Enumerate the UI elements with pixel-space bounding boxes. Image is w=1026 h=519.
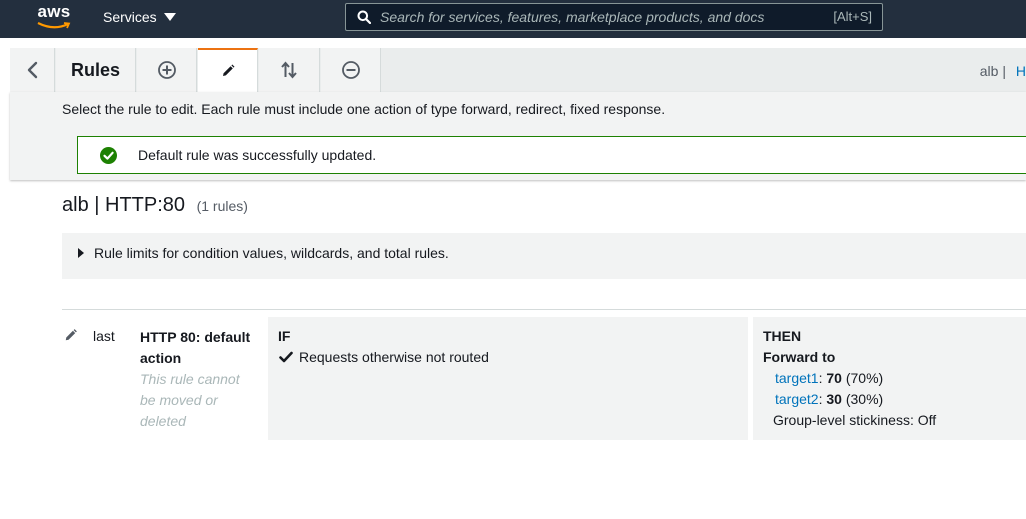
rule-priority: last	[93, 328, 115, 344]
breadcrumb-separator: |	[1002, 63, 1006, 79]
group-stickiness: Group-level stickiness: Off	[773, 412, 937, 428]
rule-note: This rule cannot be moved or deleted	[140, 371, 240, 429]
target-group-item: target2: 30 (30%)	[775, 391, 883, 407]
target-percent: (30%)	[845, 391, 884, 407]
rule-limits-expander[interactable]: Rule limits for condition values, wildca…	[62, 233, 1026, 279]
delete-rules-button[interactable]	[321, 48, 381, 92]
condition-text: Requests otherwise not routed	[299, 349, 489, 365]
listener-title: alb | HTTP:80	[62, 194, 186, 216]
rules-toolbar: Rules alb | H	[10, 48, 1026, 92]
target-separator: :	[818, 391, 823, 407]
checkmark-icon	[279, 351, 293, 363]
listener-heading: alb | HTTP:80 (1 rules)	[62, 194, 248, 217]
listener-breadcrumb: alb | H	[980, 63, 1026, 79]
target-weight: 70	[826, 370, 842, 386]
search-bar[interactable]: [Alt+S]	[345, 3, 883, 31]
services-menu-button[interactable]: Services	[103, 9, 176, 25]
back-button[interactable]	[10, 48, 55, 92]
rule-limits-label: Rule limits for condition values, wildca…	[94, 245, 449, 261]
rule-condition: Requests otherwise not routed	[279, 349, 489, 365]
rule-count: (1 rules)	[196, 198, 248, 214]
page-title: Rules	[56, 48, 136, 92]
breadcrumb-alb: alb	[979, 63, 999, 79]
target-weight: 30	[826, 391, 842, 407]
pencil-icon	[222, 64, 234, 76]
then-label: THEN	[763, 328, 802, 344]
success-alert: Default rule was successfully updated.	[77, 136, 1026, 174]
check-circle-icon	[100, 147, 117, 164]
search-shortcut-hint: [Alt+S]	[833, 9, 872, 24]
action-type: Forward to	[763, 349, 836, 365]
add-rules-button[interactable]	[137, 48, 197, 92]
services-label: Services	[103, 9, 157, 25]
search-input[interactable]	[380, 7, 810, 27]
edit-rules-panel: Select the rule to edit. Each rule must …	[10, 92, 1026, 180]
edit-instructions: Select the rule to edit. Each rule must …	[62, 101, 666, 117]
target-group-link[interactable]: target2	[775, 391, 819, 407]
breadcrumb-listener-link[interactable]: H	[1016, 63, 1026, 79]
chevron-left-icon	[27, 61, 38, 79]
edit-rule-pencil-icon[interactable]	[64, 328, 78, 342]
aws-logo[interactable]: aws	[34, 2, 74, 32]
reorder-rules-button[interactable]	[259, 48, 320, 92]
if-label: IF	[278, 328, 291, 344]
target-group-link[interactable]: target1	[775, 370, 819, 386]
minus-circle-icon	[341, 61, 360, 79]
reorder-arrows-icon	[281, 61, 297, 79]
target-percent: (70%)	[845, 370, 884, 386]
top-navigation-bar: aws Services [Alt+S]	[0, 0, 1026, 38]
plus-circle-icon	[157, 61, 176, 79]
search-icon	[357, 10, 371, 24]
alert-message: Default rule was successfully updated.	[138, 147, 377, 163]
target-separator: :	[818, 370, 823, 386]
target-group-item: target1: 70 (70%)	[775, 370, 883, 386]
rule-actions-box: THEN Forward to target1: 70 (70%) target…	[753, 317, 1026, 440]
aws-smile-icon	[37, 22, 71, 29]
edit-rules-tab[interactable]	[198, 48, 258, 92]
rule-name: HTTP 80: default action	[140, 329, 251, 366]
caret-right-icon	[78, 248, 84, 258]
divider	[62, 309, 1026, 310]
caret-down-icon	[163, 13, 176, 21]
aws-logo-text: aws	[37, 2, 71, 21]
rule-conditions-box: IF Requests otherwise not routed	[268, 317, 748, 440]
